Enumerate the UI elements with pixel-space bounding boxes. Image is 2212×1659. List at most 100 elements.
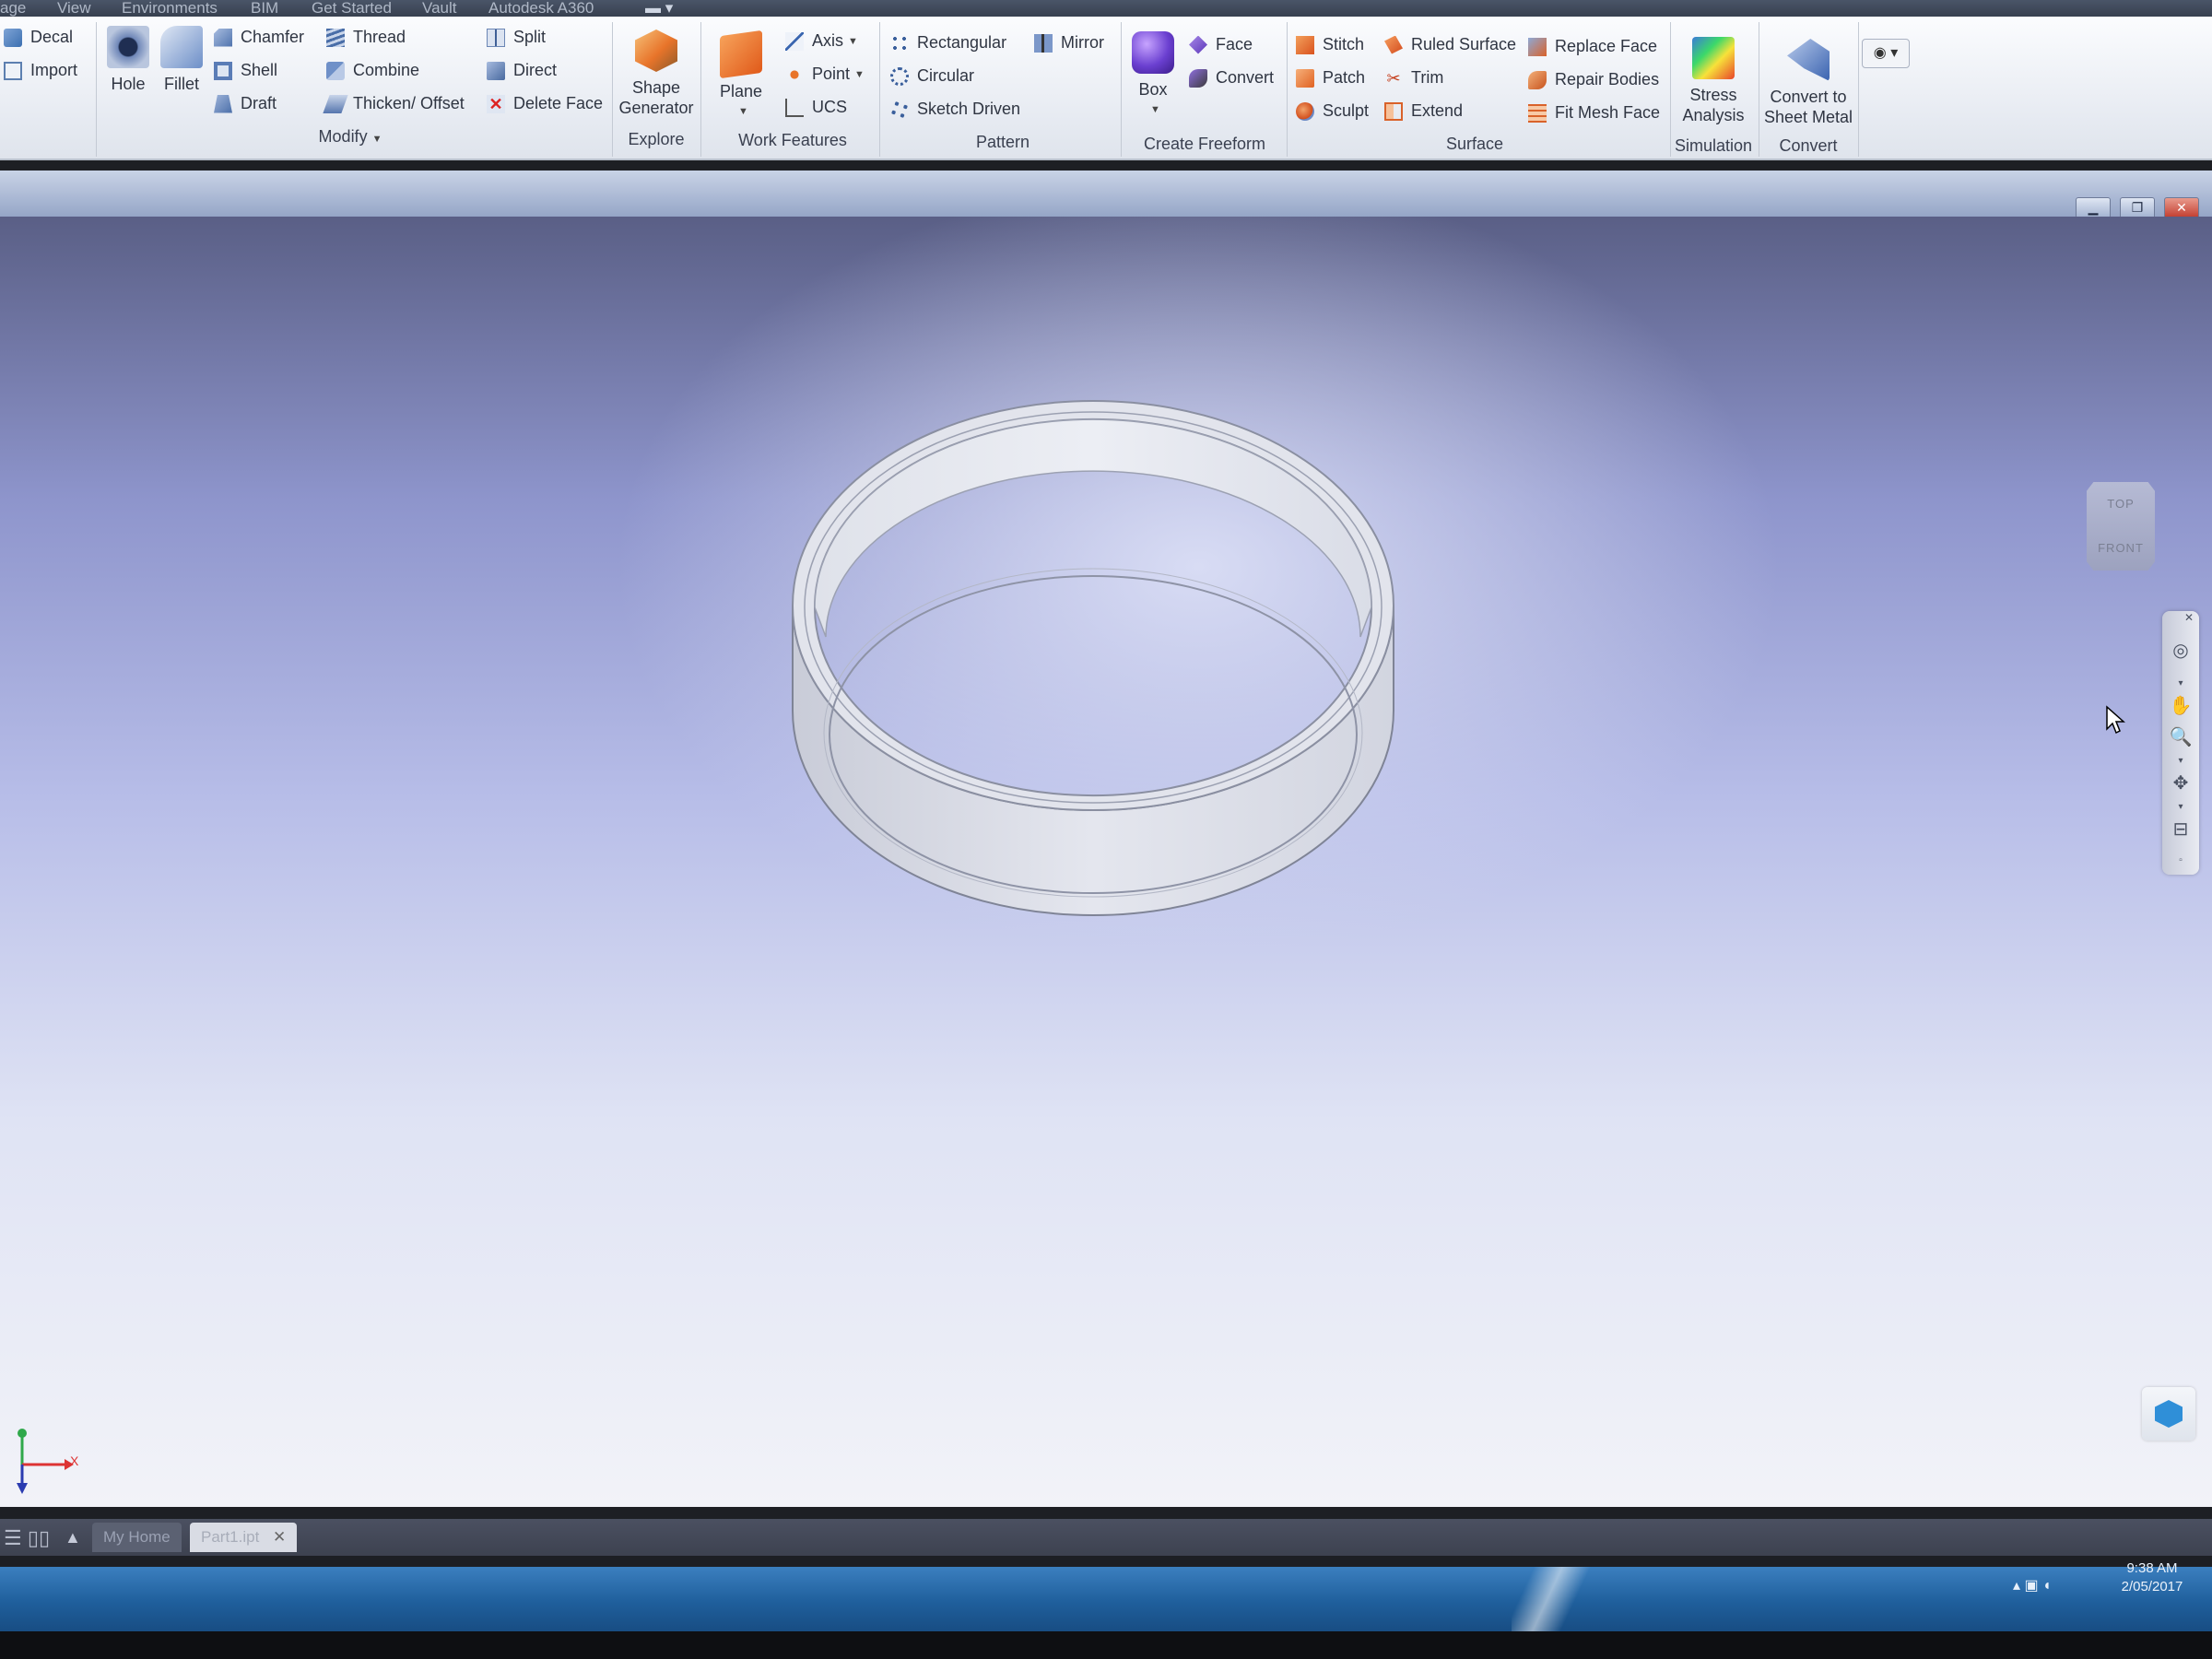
draft-button[interactable]: Draft xyxy=(214,94,276,113)
convert-to-sheet-metal-button[interactable]: Convert to Sheet Metal xyxy=(1760,39,1856,127)
direct-icon xyxy=(487,61,505,80)
ucs-icon xyxy=(785,98,804,117)
stress-analysis-icon xyxy=(1692,37,1735,79)
fillet-button[interactable]: Fillet xyxy=(157,26,206,94)
ruled-surface-button[interactable]: Ruled Surface xyxy=(1384,35,1516,54)
navbar-options-icon[interactable]: ▫ xyxy=(2169,849,2193,873)
chevron-down-icon: ▼ xyxy=(371,134,382,145)
thread-icon xyxy=(326,28,345,47)
delete-face-button[interactable]: ✕ Delete Face xyxy=(487,94,603,113)
box-button[interactable]: Box ▼ xyxy=(1126,31,1180,120)
tile-view-icon[interactable]: ☰ ▯▯ xyxy=(4,1526,50,1550)
menu-extra-icon[interactable]: ▬ ▾ xyxy=(645,0,673,16)
import-button[interactable]: Import xyxy=(4,61,77,80)
circular-pattern-button[interactable]: Circular xyxy=(890,66,974,86)
tab-part1[interactable]: Part1.ipt ✕ xyxy=(190,1523,298,1552)
draft-icon xyxy=(214,94,232,113)
pan-icon[interactable]: ✋ xyxy=(2169,694,2193,718)
windows-taskbar xyxy=(0,1567,2212,1631)
chevron-down-icon: ▼ xyxy=(1150,104,1160,115)
menu-tab-environments[interactable]: Environments xyxy=(122,0,218,16)
import-icon xyxy=(4,61,22,80)
fit-mesh-face-button[interactable]: Fit Mesh Face xyxy=(1528,103,1660,123)
face-icon xyxy=(1189,35,1207,54)
up-arrow-icon[interactable]: ▲ xyxy=(65,1528,81,1547)
chevron-down-icon[interactable]: ▾ xyxy=(2169,672,2193,696)
modify-panel-title[interactable]: Modify ▼ xyxy=(276,127,424,147)
document-window-bar xyxy=(0,171,2212,217)
fillet-icon xyxy=(160,26,203,68)
hole-icon xyxy=(107,26,149,68)
viewcube-top-label: TOP xyxy=(2107,497,2135,511)
shell-button[interactable]: Shell xyxy=(214,61,277,80)
menu-tab-vault[interactable]: Vault xyxy=(422,0,457,16)
mirror-icon xyxy=(1034,33,1053,53)
stitch-icon xyxy=(1296,35,1314,54)
hole-button[interactable]: Hole xyxy=(103,26,153,94)
work-features-panel-title: Work Features xyxy=(738,131,847,149)
axis-button[interactable]: Axis ▼ xyxy=(785,31,858,51)
extend-button[interactable]: Extend xyxy=(1384,101,1463,121)
patch-icon xyxy=(1296,68,1314,88)
replace-face-icon xyxy=(1528,37,1547,56)
ribbon-options-dropdown[interactable]: ◉ ▾ xyxy=(1862,39,1910,68)
graphics-viewport[interactable]: TOP FRONT ✕ ◎ ▾ ✋ 🔍 ▾ ✥ ▾ ⊟ ▫ X xyxy=(0,217,2212,1507)
menu-tab-view[interactable]: View xyxy=(57,0,91,16)
mirror-button[interactable]: Mirror xyxy=(1034,33,1104,53)
patch-button[interactable]: Patch xyxy=(1296,68,1365,88)
simulation-panel-title: Simulation xyxy=(1674,136,1753,155)
look-at-icon[interactable]: ⊟ xyxy=(2169,818,2193,841)
viewcube[interactable]: TOP FRONT xyxy=(2087,482,2155,571)
create-freeform-panel-title: Create Freeform xyxy=(1143,135,1266,153)
point-button[interactable]: Point ▼ xyxy=(785,65,865,84)
combine-button[interactable]: Combine xyxy=(326,61,419,80)
sketch-driven-button[interactable]: Sketch Driven xyxy=(888,97,1020,122)
stress-analysis-button[interactable]: Stress Analysis xyxy=(1672,37,1755,125)
document-tabs-bar xyxy=(0,1519,2212,1556)
trim-button[interactable]: ✂ Trim xyxy=(1384,68,1443,88)
tray-icons[interactable]: ▴ ▣ ◖ xyxy=(2013,1576,2052,1594)
monitor-bezel xyxy=(0,1631,2212,1659)
orbit-icon[interactable]: ✥ xyxy=(2169,771,2193,795)
split-button[interactable]: Split xyxy=(487,28,546,47)
fit-mesh-face-icon xyxy=(1528,103,1547,123)
sculpt-button[interactable]: Sculpt xyxy=(1296,101,1369,121)
decal-button[interactable]: Decal xyxy=(4,28,73,47)
chevron-down-icon[interactable]: ▾ xyxy=(2169,749,2193,773)
ucs-button[interactable]: UCS xyxy=(785,98,847,117)
a360-badge[interactable] xyxy=(2142,1387,2195,1441)
chamfer-button[interactable]: Chamfer xyxy=(214,28,304,47)
chevron-down-icon: ▼ xyxy=(848,35,858,47)
direct-button[interactable]: Direct xyxy=(487,61,557,80)
rectangular-pattern-icon xyxy=(890,33,909,53)
combine-icon xyxy=(326,61,345,80)
menu-tab-get-started[interactable]: Get Started xyxy=(312,0,392,16)
zoom-icon[interactable]: 🔍 xyxy=(2169,725,2193,749)
menu-tab-autodesk-a360[interactable]: Autodesk A360 xyxy=(488,0,594,16)
repair-bodies-button[interactable]: Repair Bodies xyxy=(1528,70,1659,89)
ribbon: Decal Import Hole Fillet Chamfer Shell D… xyxy=(0,17,2212,160)
convert-freeform-button[interactable]: Convert xyxy=(1189,68,1274,88)
steering-wheel-icon[interactable]: ◎ xyxy=(2169,639,2193,663)
tab-my-home[interactable]: My Home xyxy=(92,1523,182,1552)
box-icon xyxy=(1132,31,1174,74)
menu-tab-manage[interactable]: age xyxy=(0,0,26,16)
triad-x-label: X xyxy=(70,1453,79,1468)
close-tab-icon[interactable]: ✕ xyxy=(273,1528,286,1546)
navbar-close-icon[interactable]: ✕ xyxy=(2183,611,2195,624)
taskbar-clock[interactable]: 9:38 AM 2/05/2017 xyxy=(2111,1559,2194,1596)
plane-button[interactable]: Plane ▼ xyxy=(710,29,772,122)
replace-face-button[interactable]: Replace Face xyxy=(1528,37,1657,56)
menu-tab-bim[interactable]: BIM xyxy=(251,0,278,16)
surface-panel-title: Surface xyxy=(1445,135,1504,153)
ring-part[interactable] xyxy=(791,400,1395,916)
thread-button[interactable]: Thread xyxy=(326,28,406,47)
stitch-button[interactable]: Stitch xyxy=(1296,35,1364,54)
thicken-offset-button[interactable]: Thicken/ Offset xyxy=(323,94,465,113)
face-button[interactable]: Face xyxy=(1189,35,1253,54)
chevron-down-icon[interactable]: ▾ xyxy=(2169,795,2193,819)
menu-tab-strip: age View Environments BIM Get Started Va… xyxy=(0,0,2212,17)
shape-generator-button[interactable]: Shape Generator xyxy=(616,29,697,118)
chamfer-icon xyxy=(214,28,232,47)
rectangular-pattern-button[interactable]: Rectangular xyxy=(890,33,1006,53)
